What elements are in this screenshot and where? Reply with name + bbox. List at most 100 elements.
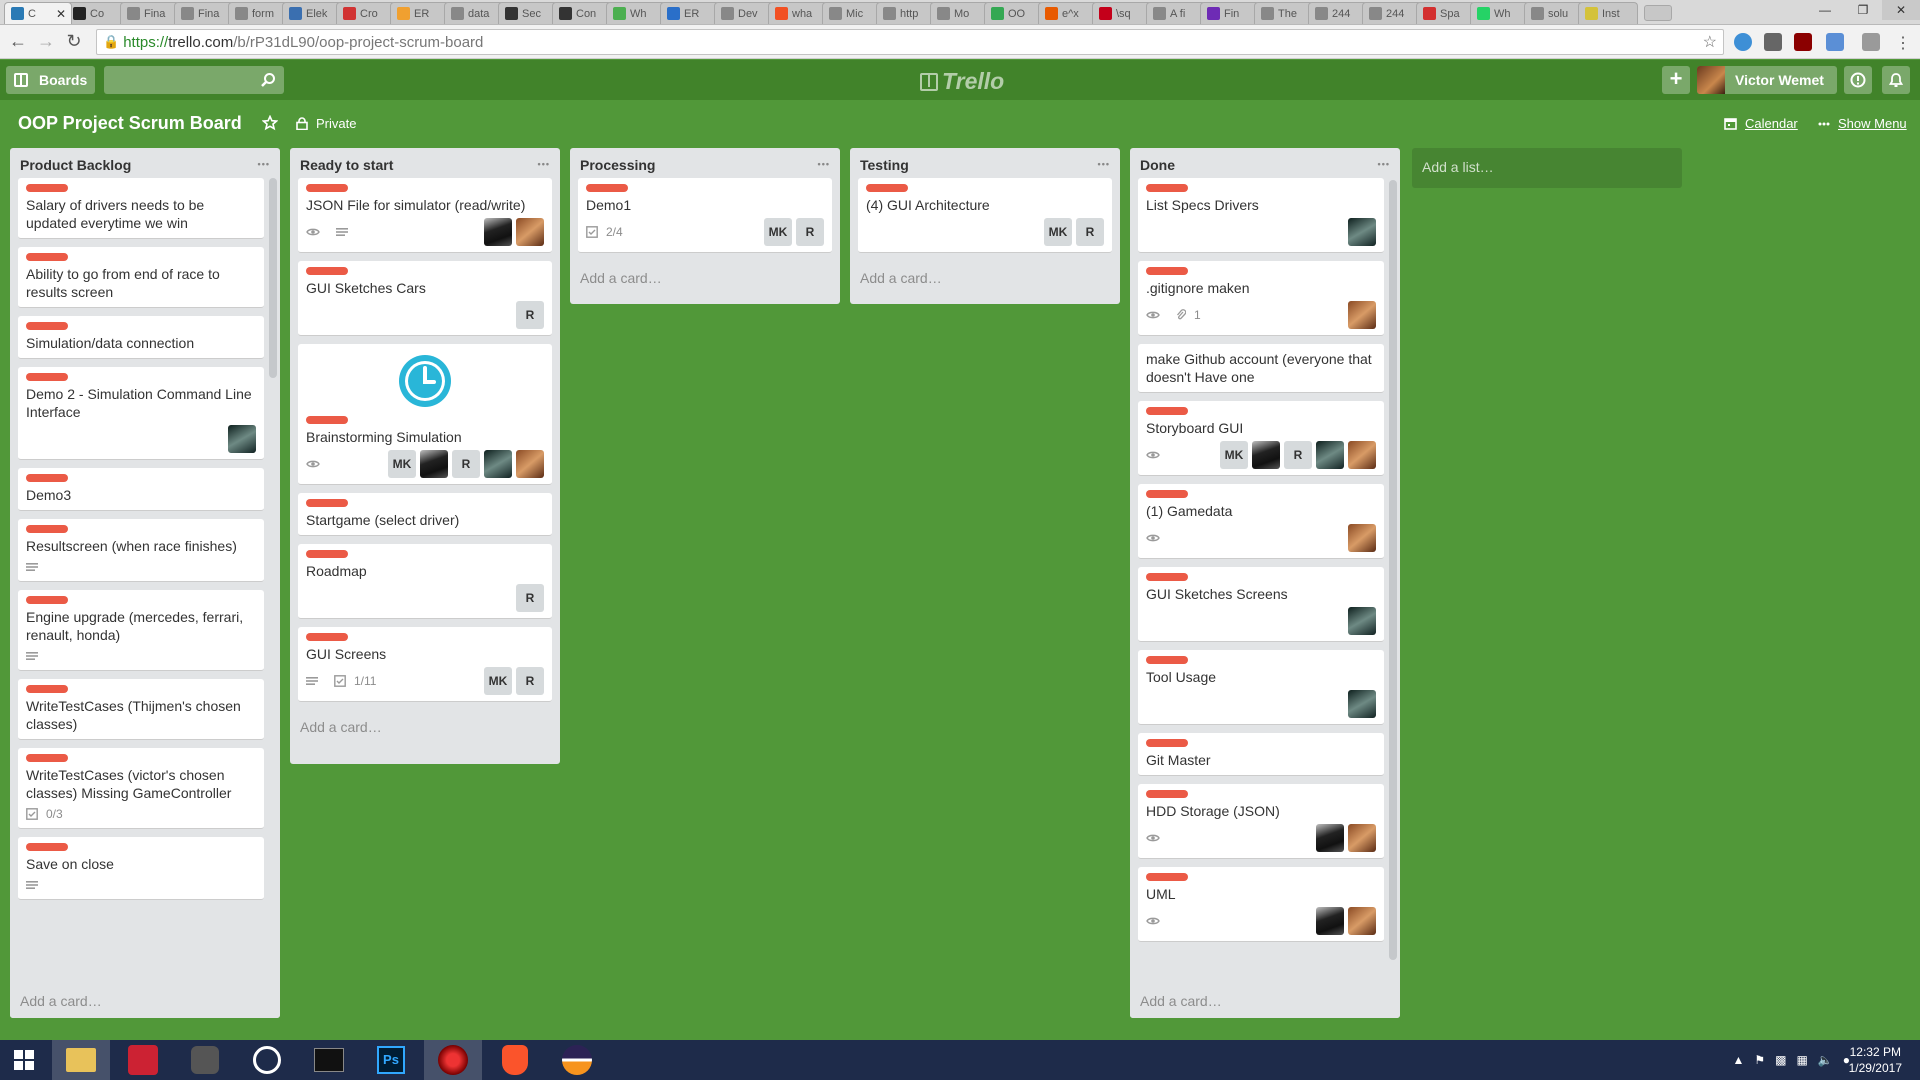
extension-icon-3[interactable] bbox=[1826, 33, 1844, 51]
member-avatar[interactable] bbox=[1348, 607, 1376, 635]
extension-icon-4[interactable] bbox=[1862, 33, 1880, 51]
user-menu-button[interactable]: Victor Wemet bbox=[1697, 66, 1837, 94]
member-avatar[interactable] bbox=[1316, 824, 1344, 852]
browser-tab[interactable]: e^x bbox=[1038, 2, 1098, 24]
add-card-button[interactable]: Add a card… bbox=[10, 984, 280, 1018]
browser-tab[interactable]: Con bbox=[552, 2, 612, 24]
card[interactable]: GUI Sketches Screens bbox=[1138, 567, 1384, 642]
notifications-button[interactable] bbox=[1882, 66, 1910, 94]
browser-tab[interactable]: Co bbox=[66, 2, 126, 24]
ublock-icon[interactable] bbox=[1794, 33, 1812, 51]
card[interactable]: Demo1 2/4 MK R bbox=[578, 178, 832, 253]
browser-tab[interactable]: Cro bbox=[336, 2, 396, 24]
card[interactable]: Simulation/data connection bbox=[18, 316, 264, 359]
search-input[interactable] bbox=[104, 66, 284, 94]
member-avatar[interactable]: R bbox=[516, 301, 544, 329]
reload-button[interactable]: ↻ bbox=[60, 31, 88, 52]
taskbar-clock[interactable]: 12:32 PM 1/29/2017 bbox=[1849, 1044, 1902, 1076]
card[interactable]: Demo3 bbox=[18, 468, 264, 511]
extension-icon-2[interactable] bbox=[1764, 33, 1782, 51]
browser-tab[interactable]: 244 bbox=[1362, 2, 1422, 24]
member-avatar[interactable]: R bbox=[516, 667, 544, 695]
member-avatar[interactable] bbox=[1348, 524, 1376, 552]
member-avatar[interactable] bbox=[420, 450, 448, 478]
list-title[interactable]: Done bbox=[1140, 157, 1175, 173]
board-title[interactable]: OOP Project Scrum Board bbox=[18, 113, 242, 134]
add-card-button[interactable]: Add a card… bbox=[290, 710, 560, 744]
eclipse-taskbar-button[interactable] bbox=[548, 1040, 606, 1080]
list-scrollbar[interactable] bbox=[1389, 180, 1397, 960]
add-list-button[interactable]: Add a list… bbox=[1412, 148, 1682, 188]
browser-tab[interactable]: Fina bbox=[174, 2, 234, 24]
new-tab-button[interactable] bbox=[1644, 5, 1672, 21]
browser-tab[interactable]: Fin bbox=[1200, 2, 1260, 24]
create-button[interactable]: + bbox=[1662, 66, 1690, 94]
browser-tab[interactable]: OO bbox=[984, 2, 1044, 24]
member-avatar[interactable] bbox=[1348, 218, 1376, 246]
browser-tab[interactable]: http bbox=[876, 2, 936, 24]
member-avatar[interactable]: MK bbox=[1220, 441, 1248, 469]
close-tab-icon[interactable]: ✕ bbox=[56, 7, 66, 21]
member-avatar[interactable] bbox=[1316, 907, 1344, 935]
trello-logo[interactable]: Trello bbox=[920, 68, 1004, 95]
browser-tab[interactable]: Mic bbox=[822, 2, 882, 24]
member-avatar[interactable] bbox=[1348, 907, 1376, 935]
browser-tab[interactable]: Spa bbox=[1416, 2, 1476, 24]
browser-tab[interactable]: Wh bbox=[1470, 2, 1530, 24]
card[interactable]: GUI Sketches Cars R bbox=[298, 261, 552, 336]
star-icon[interactable] bbox=[262, 115, 278, 131]
card[interactable]: Save on close bbox=[18, 837, 264, 900]
member-avatar[interactable]: R bbox=[1284, 441, 1312, 469]
member-avatar[interactable]: R bbox=[1076, 218, 1104, 246]
member-avatar[interactable]: MK bbox=[388, 450, 416, 478]
card[interactable]: Startgame (select driver) bbox=[298, 493, 552, 536]
card[interactable]: .gitignore maken 1 bbox=[1138, 261, 1384, 336]
member-avatar[interactable] bbox=[516, 218, 544, 246]
info-button[interactable] bbox=[1844, 66, 1872, 94]
boards-button[interactable]: Boards bbox=[6, 66, 95, 94]
member-avatar[interactable] bbox=[1348, 441, 1376, 469]
app-taskbar-button-3[interactable] bbox=[424, 1040, 482, 1080]
member-avatar[interactable] bbox=[1348, 690, 1376, 718]
card[interactable]: List Specs Drivers bbox=[1138, 178, 1384, 253]
calendar-button[interactable]: Calendar bbox=[1724, 116, 1798, 131]
browser-tab[interactable]: Fina bbox=[120, 2, 180, 24]
card[interactable]: Engine upgrade (mercedes, ferrari, renau… bbox=[18, 590, 264, 671]
back-button[interactable]: ← bbox=[4, 31, 32, 52]
list-header[interactable]: Processing ••• bbox=[570, 148, 840, 178]
list-header[interactable]: Done ••• bbox=[1130, 148, 1400, 178]
signal-icon[interactable]: ▦ bbox=[1796, 1053, 1807, 1067]
add-card-button[interactable]: Add a card… bbox=[850, 261, 1120, 295]
browser-tab[interactable]: The bbox=[1254, 2, 1314, 24]
list-title[interactable]: Testing bbox=[860, 157, 909, 173]
browser-tab[interactable]: A fi bbox=[1146, 2, 1206, 24]
card[interactable]: Resultscreen (when race finishes) bbox=[18, 519, 264, 582]
card[interactable]: Git Master bbox=[1138, 733, 1384, 776]
card[interactable]: Demo 2 - Simulation Command Line Interfa… bbox=[18, 367, 264, 460]
card[interactable]: UML bbox=[1138, 867, 1384, 942]
card[interactable]: WriteTestCases (Thijmen's chosen classes… bbox=[18, 679, 264, 740]
browser-tab[interactable]: form bbox=[228, 2, 288, 24]
member-avatar[interactable] bbox=[1316, 441, 1344, 469]
card[interactable]: (1) Gamedata bbox=[1138, 484, 1384, 559]
app-taskbar-button-2[interactable] bbox=[176, 1040, 234, 1080]
show-hidden-icons-icon[interactable]: ▲ bbox=[1732, 1053, 1744, 1067]
card[interactable]: Roadmap R bbox=[298, 544, 552, 619]
browser-tab[interactable]: data bbox=[444, 2, 504, 24]
list-title[interactable]: Product Backlog bbox=[20, 157, 131, 173]
member-avatar[interactable] bbox=[516, 450, 544, 478]
member-avatar[interactable]: R bbox=[516, 584, 544, 612]
member-avatar[interactable]: MK bbox=[764, 218, 792, 246]
member-avatar[interactable] bbox=[228, 425, 256, 453]
browser-tab[interactable]: Inst bbox=[1578, 2, 1638, 24]
sound-blaster-taskbar-button[interactable] bbox=[300, 1040, 358, 1080]
visibility-button[interactable]: Private bbox=[296, 116, 356, 131]
close-window-button[interactable]: ✕ bbox=[1882, 0, 1920, 20]
forward-button[interactable]: → bbox=[32, 31, 60, 52]
list-title[interactable]: Ready to start bbox=[300, 157, 393, 173]
browser-tab[interactable]: wha bbox=[768, 2, 828, 24]
card[interactable]: WriteTestCases (victor's chosen classes)… bbox=[18, 748, 264, 829]
browser-tab[interactable]: 244 bbox=[1308, 2, 1368, 24]
network-icon[interactable]: ▩ bbox=[1775, 1053, 1786, 1067]
card[interactable]: Tool Usage bbox=[1138, 650, 1384, 725]
